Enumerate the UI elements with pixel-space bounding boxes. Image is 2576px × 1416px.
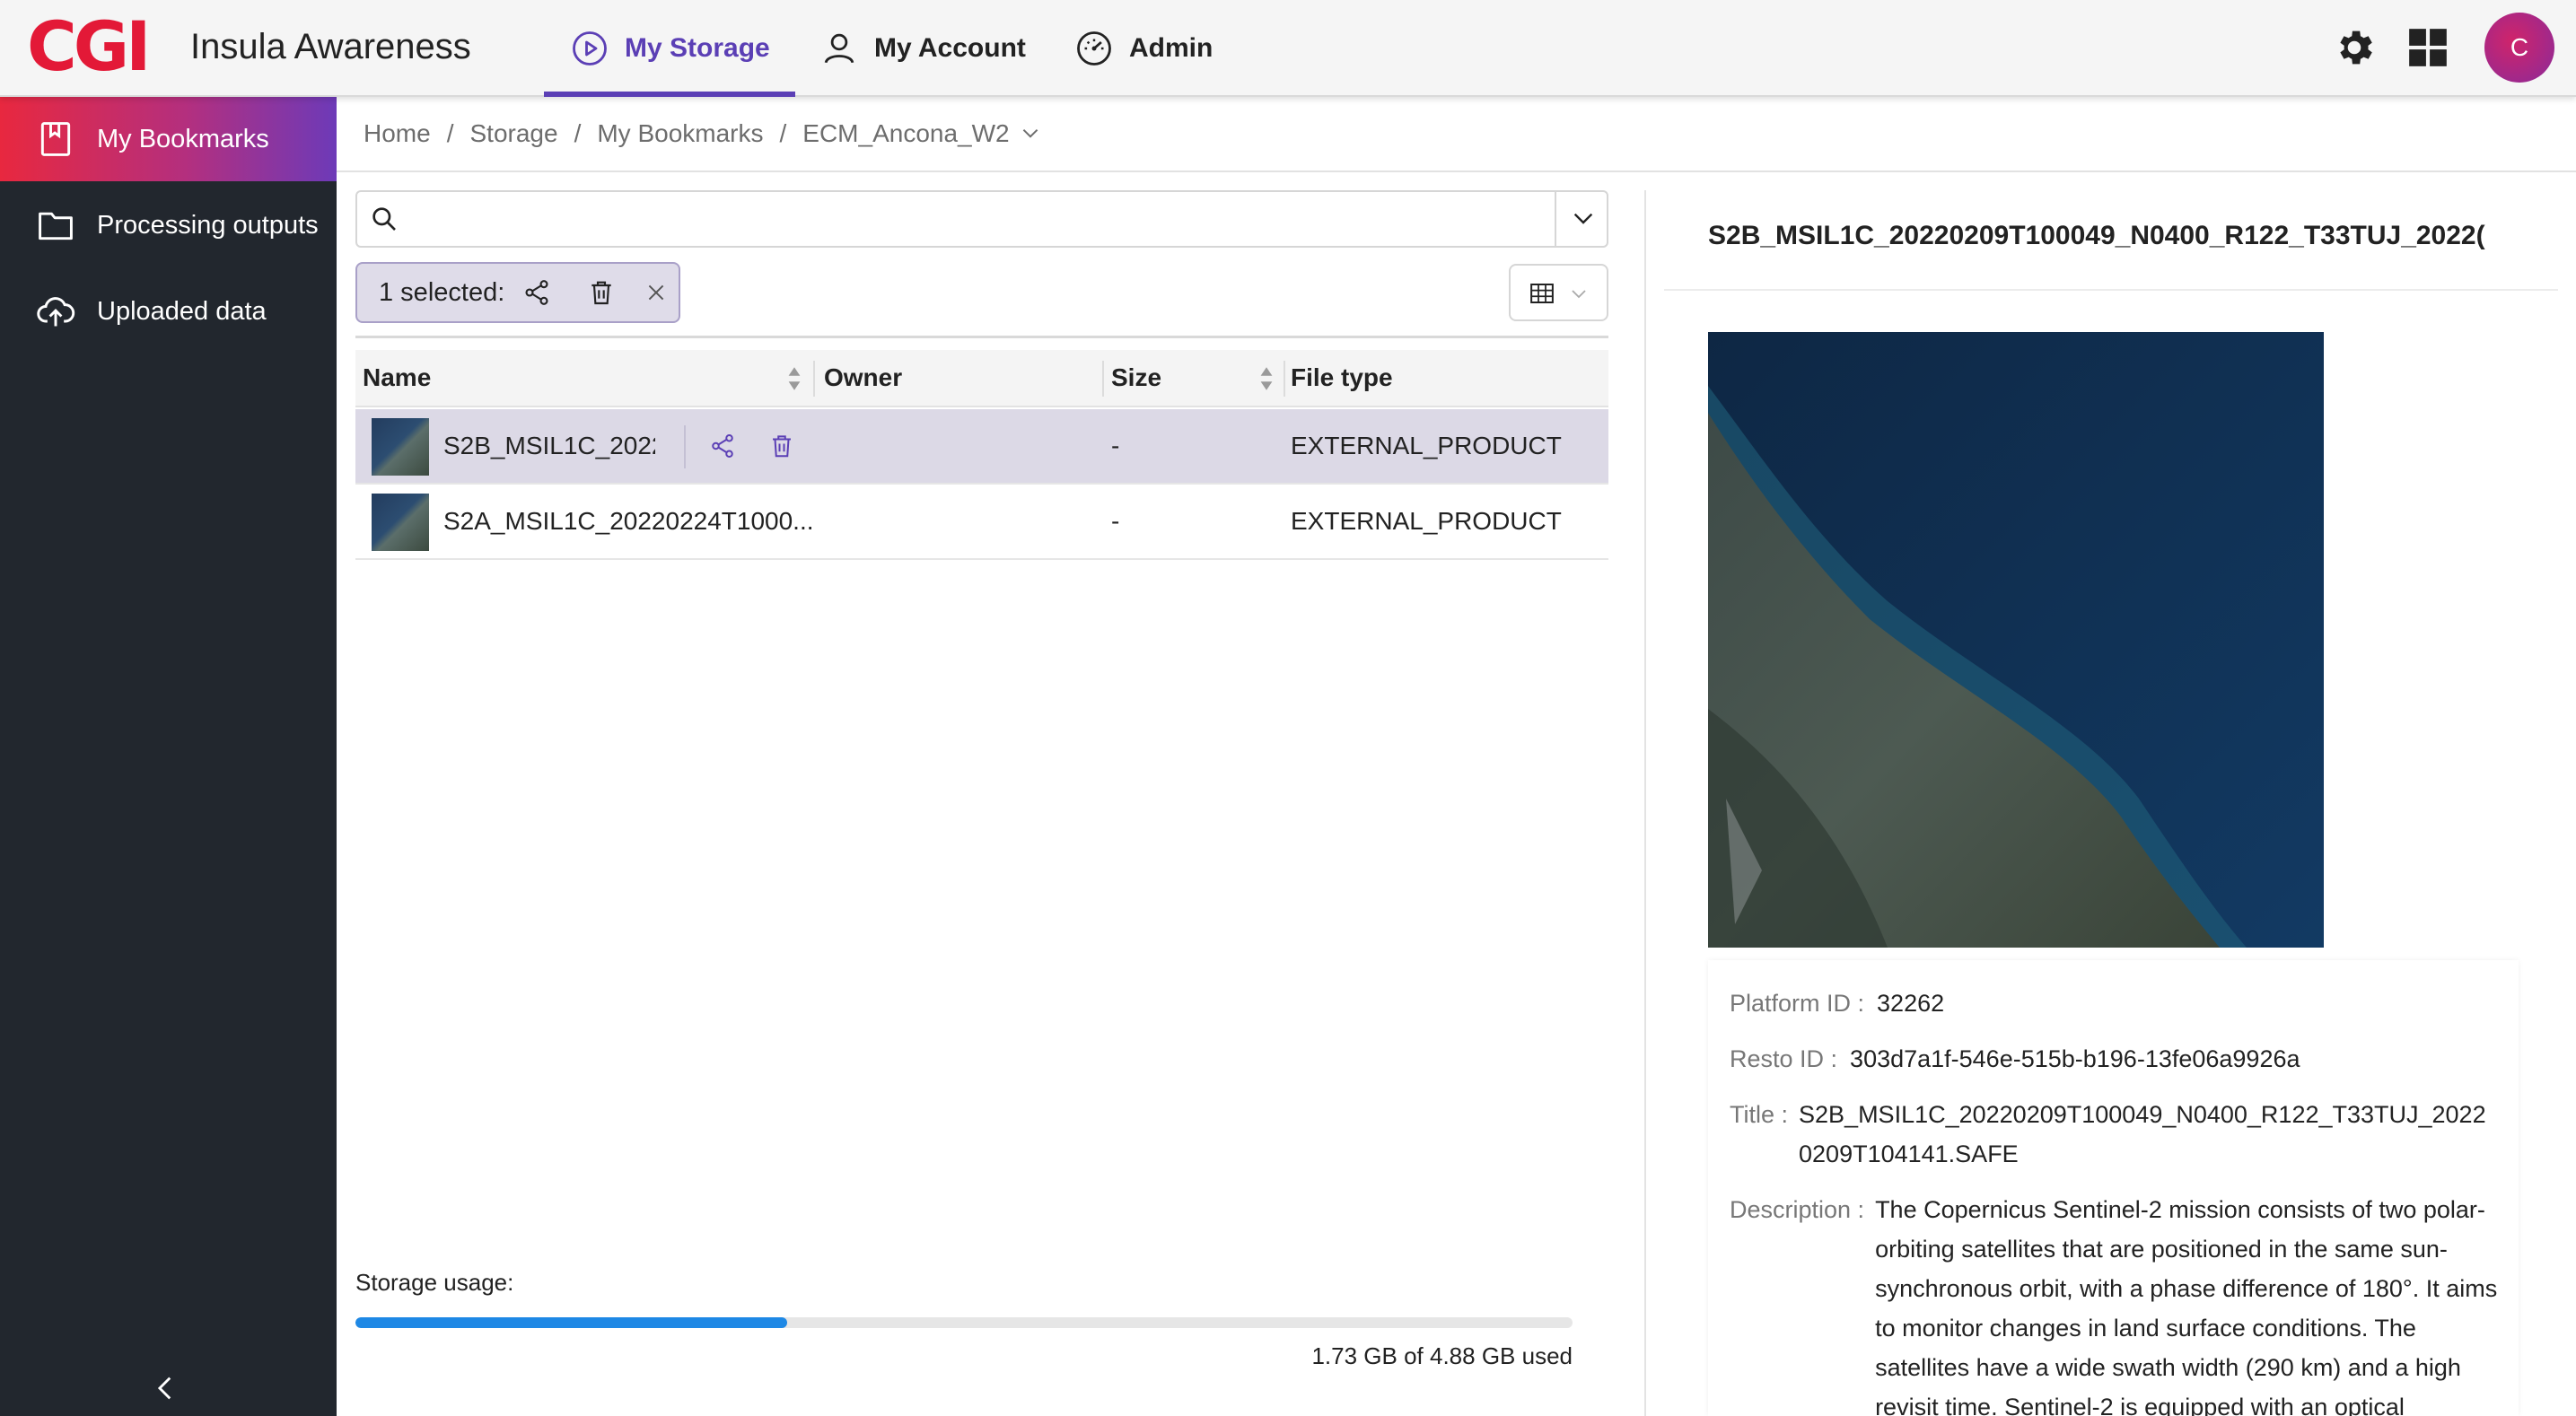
cloud-upload-icon bbox=[37, 297, 75, 327]
sort-icon[interactable] bbox=[1257, 364, 1276, 393]
gear-icon[interactable] bbox=[2332, 25, 2377, 70]
column-separator bbox=[1102, 361, 1104, 397]
view-mode-dropdown[interactable] bbox=[1509, 264, 1608, 321]
nav-tab-label: My Account bbox=[874, 33, 1026, 63]
nav-tab-label: My Storage bbox=[625, 33, 770, 63]
breadcrumb-home[interactable]: Home bbox=[364, 119, 431, 148]
platform-id-label: Platform ID : bbox=[1730, 990, 1865, 1017]
table-header: Name Owner Size File type bbox=[355, 350, 1608, 407]
table-top-border bbox=[355, 336, 1608, 338]
selection-toolbar: 1 selected: bbox=[355, 262, 680, 323]
description-field: Description : The Copernicus Sentinel-2 … bbox=[1730, 1190, 2502, 1416]
row-divider bbox=[684, 425, 686, 468]
column-header-owner[interactable]: Owner bbox=[824, 350, 902, 406]
description-value: The Copernicus Sentinel-2 mission consis… bbox=[1875, 1196, 2498, 1416]
apps-grid-icon[interactable] bbox=[2405, 25, 2450, 70]
storage-usage-label: Storage usage: bbox=[355, 1269, 514, 1296]
share-icon[interactable] bbox=[709, 433, 736, 459]
row-size: - bbox=[1111, 432, 1120, 459]
nav-tab-my-account[interactable]: My Account bbox=[820, 0, 1026, 97]
trash-icon[interactable] bbox=[768, 433, 795, 459]
user-avatar[interactable]: C bbox=[2484, 13, 2554, 83]
search-bar[interactable] bbox=[355, 190, 1608, 248]
platform-id-value: 32262 bbox=[1877, 990, 1945, 1017]
product-thumbnail bbox=[372, 418, 429, 476]
column-header-name[interactable]: Name bbox=[363, 350, 431, 406]
bookmark-icon bbox=[40, 122, 71, 156]
sidebar-item-my-bookmarks[interactable]: My Bookmarks bbox=[0, 97, 337, 181]
sidebar-item-label: My Bookmarks bbox=[97, 124, 269, 153]
row-owner bbox=[824, 409, 1093, 483]
top-bar: CGI Insula Awareness My Storage My Accou… bbox=[0, 0, 2576, 97]
trash-icon[interactable] bbox=[587, 278, 616, 307]
close-icon[interactable] bbox=[644, 281, 668, 304]
details-title-divider bbox=[1664, 289, 2558, 291]
resto-id-field: Resto ID : 303d7a1f-546e-515b-b196-13fe0… bbox=[1730, 1039, 2300, 1079]
breadcrumb: Home / Storage / My Bookmarks / ECM_Ancona_… bbox=[337, 97, 2576, 172]
active-tab-indicator bbox=[544, 92, 795, 97]
breadcrumb-my-bookmarks[interactable]: My Bookmarks bbox=[597, 119, 763, 148]
storage-progress-bar bbox=[355, 1317, 1573, 1328]
search-icon bbox=[372, 207, 396, 231]
collapse-sidebar-chevron-icon[interactable] bbox=[151, 1373, 181, 1403]
description-label: Description : bbox=[1730, 1196, 1865, 1223]
sidebar-item-label: Uploaded data bbox=[97, 296, 267, 326]
row-owner bbox=[824, 485, 1093, 558]
column-separator bbox=[1284, 361, 1285, 397]
nav-tab-my-storage[interactable]: My Storage bbox=[571, 0, 770, 97]
column-header-file-type[interactable]: File type bbox=[1291, 350, 1393, 406]
breadcrumb-storage[interactable]: Storage bbox=[469, 119, 557, 148]
breadcrumb-separator: / bbox=[779, 119, 787, 147]
nav-tab-label: Admin bbox=[1129, 33, 1214, 63]
selection-count: 1 selected: bbox=[379, 277, 505, 307]
title-value: S2B_MSIL1C_20220209T100049_N0400_R122_T3… bbox=[1799, 1101, 2486, 1167]
storage-progress-fill bbox=[355, 1317, 788, 1328]
sidebar-item-uploaded-data[interactable]: Uploaded data bbox=[0, 269, 337, 354]
sidebar: My Bookmarks Processing outputs Uploaded… bbox=[0, 97, 337, 1416]
table-grid-icon bbox=[1530, 284, 1554, 303]
play-circle-icon bbox=[573, 31, 607, 66]
share-icon[interactable] bbox=[522, 278, 551, 307]
row-size: - bbox=[1111, 507, 1120, 535]
user-icon bbox=[824, 33, 854, 64]
row-file-type: EXTERNAL_PRODUCT bbox=[1291, 507, 1562, 535]
chevron-down-icon[interactable] bbox=[1019, 122, 1042, 145]
row-file-type: EXTERNAL_PRODUCT bbox=[1291, 432, 1562, 459]
product-metadata-card: Platform ID : 32262 Resto ID : 303d7a1f-… bbox=[1708, 960, 2519, 1416]
breadcrumb-separator: / bbox=[574, 119, 582, 147]
resto-id-value: 303d7a1f-546e-515b-b196-13fe06a9926a bbox=[1850, 1045, 2300, 1072]
resto-id-label: Resto ID : bbox=[1730, 1045, 1838, 1072]
table-row[interactable]: S2A_MSIL1C_20220224T1000... - EXTERNAL_P… bbox=[355, 485, 1608, 560]
search-input[interactable] bbox=[411, 197, 1542, 240]
row-name[interactable]: S2A_MSIL1C_20220224T1000... bbox=[443, 485, 820, 558]
chevron-down-icon[interactable] bbox=[1569, 205, 1598, 233]
column-header-size[interactable]: Size bbox=[1111, 350, 1161, 406]
sidebar-item-label: Processing outputs bbox=[97, 210, 319, 240]
satellite-image bbox=[1708, 332, 2324, 948]
column-separator bbox=[813, 361, 815, 397]
table-row[interactable]: S2B_MSIL1C_2022( - EXTERNAL_PRODUCT bbox=[355, 409, 1608, 485]
dashboard-gauge-icon bbox=[1077, 31, 1111, 66]
cgi-logo[interactable]: CGI bbox=[27, 13, 153, 81]
breadcrumb-current-folder[interactable]: ECM_Ancona_W2 bbox=[802, 119, 1009, 148]
product-thumbnail bbox=[372, 494, 429, 551]
app-title: Insula Awareness bbox=[190, 27, 471, 66]
storage-used-text: 1.73 GB of 4.88 GB used bbox=[1311, 1342, 1573, 1369]
sidebar-item-processing-outputs[interactable]: Processing outputs bbox=[0, 183, 337, 267]
row-name[interactable]: S2B_MSIL1C_2022( bbox=[443, 409, 655, 483]
platform-id-field: Platform ID : 32262 bbox=[1730, 983, 1944, 1023]
search-divider bbox=[1555, 192, 1556, 246]
details-title: S2B_MSIL1C_20220209T100049_N0400_R122_T3… bbox=[1708, 221, 2485, 250]
product-preview-image bbox=[1708, 332, 2324, 948]
folder-icon bbox=[39, 212, 73, 240]
nav-tab-admin[interactable]: Admin bbox=[1075, 0, 1213, 97]
sort-icon[interactable] bbox=[784, 364, 804, 393]
chevron-down-icon bbox=[1572, 290, 1586, 299]
title-label: Title : bbox=[1730, 1101, 1789, 1128]
breadcrumb-separator: / bbox=[446, 119, 454, 147]
title-field: Title : S2B_MSIL1C_20220209T100049_N0400… bbox=[1730, 1095, 2502, 1174]
panel-divider bbox=[1644, 190, 1646, 1416]
